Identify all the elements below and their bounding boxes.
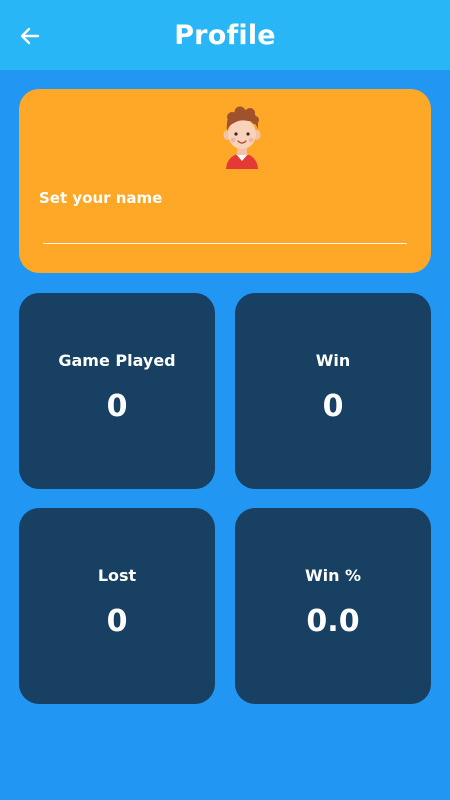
stat-card-win-percent: Win % 0.0 bbox=[235, 508, 431, 704]
stat-label: Game Played bbox=[58, 351, 176, 370]
stat-label: Win % bbox=[304, 566, 362, 585]
stat-label: Lost bbox=[97, 566, 137, 585]
stat-card-lost: Lost 0 bbox=[19, 508, 215, 704]
name-label: Set your name bbox=[39, 189, 163, 207]
page-title: Profile bbox=[174, 20, 276, 51]
app-bar: Profile bbox=[0, 0, 450, 70]
stat-value: 0 bbox=[106, 389, 128, 424]
stat-value: 0 bbox=[106, 604, 128, 639]
stat-card-win: Win 0 bbox=[235, 293, 431, 489]
profile-card: Set your name bbox=[19, 89, 431, 273]
name-input[interactable] bbox=[43, 217, 407, 244]
stat-value: 0 bbox=[322, 389, 344, 424]
stat-card-games-played: Game Played 0 bbox=[19, 293, 215, 489]
stat-value: 0.0 bbox=[306, 604, 360, 639]
stat-label: Win bbox=[315, 351, 351, 370]
boy-avatar-icon bbox=[223, 106, 261, 169]
